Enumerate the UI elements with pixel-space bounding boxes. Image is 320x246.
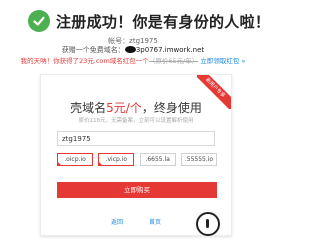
- account-label: 帐号：: [108, 37, 130, 45]
- promo-original-price: （原价65元/年）: [148, 57, 199, 65]
- offer-price: 5元/个: [106, 101, 142, 115]
- suffix-label: .vicp.io: [105, 156, 128, 163]
- suffix-option-vicp[interactable]: .vicp.io: [98, 153, 135, 166]
- selected-corner-icon: [57, 161, 62, 166]
- promo-line: 我的天呐！你获得了23元.com域名红包一个（原价65元/年） 立即领取红包 »: [0, 55, 266, 65]
- registration-success-page: 注册成功！你是有身份的人啦！ 帐号：ztg1975 获赠一个免费域名： 3p076…: [0, 0, 270, 246]
- selected-corner-icon: [98, 161, 104, 166]
- check-circle-icon: [28, 10, 50, 32]
- buy-now-button[interactable]: 立即购买: [57, 182, 217, 198]
- mouse-cursor-icon: [196, 212, 220, 236]
- success-title: 注册成功！你是有身份的人啦！: [56, 12, 271, 31]
- free-domain-label: 获赠一个免费域名：: [61, 46, 125, 54]
- offer-subtitle: 原价118元，无需备案，立刻可以设置解析使用: [78, 118, 194, 124]
- offer-suffix: ，终身使用: [141, 101, 202, 115]
- offer-prefix: 壳域名: [70, 101, 107, 115]
- suffix-option-6655[interactable]: .6655.la: [139, 153, 176, 166]
- offer-title: 壳域名5元/个，终身使用: [41, 99, 231, 116]
- promo-text: 我的天呐！你获得了23元.com域名红包一个: [20, 57, 149, 65]
- back-link[interactable]: 返回: [111, 219, 123, 226]
- suffix-label: .oicp.io: [64, 156, 86, 163]
- home-link[interactable]: 首页: [149, 219, 161, 226]
- success-header: 注册成功！你是有身份的人啦！: [28, 8, 270, 34]
- redaction-mask: [124, 46, 136, 53]
- suffix-label: .55555.io: [184, 156, 214, 163]
- claim-red-packet-link[interactable]: 立即领取红包 »: [200, 57, 245, 65]
- suffix-options: .oicp.io .vicp.io .6655.la .55555.io: [57, 153, 217, 167]
- free-domain-value: 3p0767.imwork.net: [135, 46, 205, 54]
- suffix-option-oicp[interactable]: .oicp.io: [57, 153, 93, 166]
- suffix-label: .6655.la: [145, 156, 170, 163]
- domain-name-input[interactable]: [57, 131, 215, 146]
- suffix-option-55555[interactable]: .55555.io: [180, 153, 217, 166]
- free-domain-line: 获赠一个免费域名： 3p0767.imwork.net: [0, 45, 266, 55]
- account-value: ztg1975: [129, 37, 158, 45]
- checkmark-icon: [33, 16, 45, 26]
- cursor-pointer: [206, 219, 209, 228]
